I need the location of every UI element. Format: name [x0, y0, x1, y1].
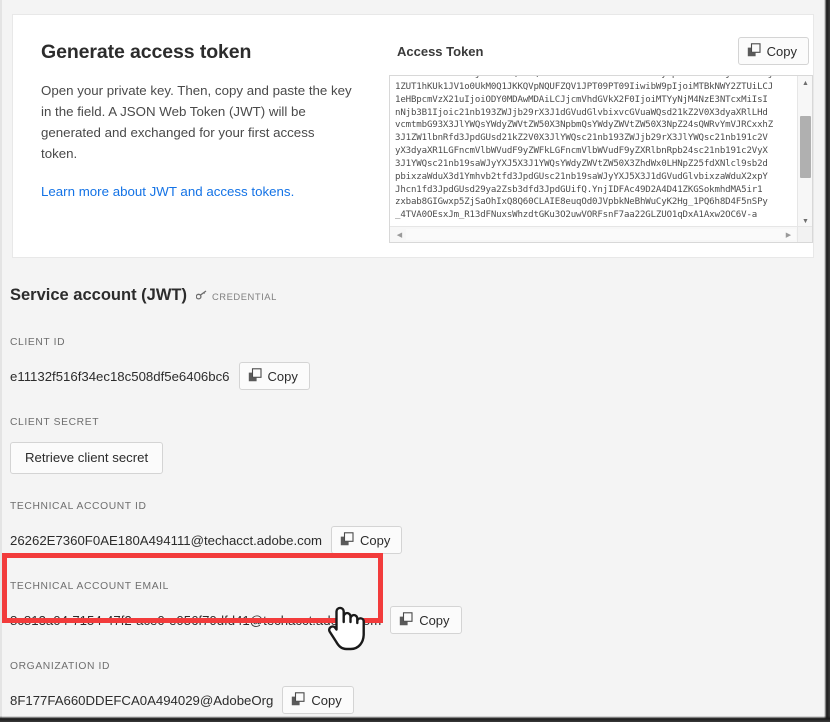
- copy-icon: [747, 42, 761, 60]
- scroll-up-arrow-icon[interactable]: ▲: [798, 76, 812, 90]
- screenshot-root: Generate access token Open your private …: [0, 0, 830, 722]
- field-organization-id: ORGANIZATION ID 8F177FA660DDEFCA0A494029…: [10, 661, 816, 714]
- field-technical-account-id: TECHNICAL ACCOUNT ID 26262E7360F0AE180A4…: [10, 501, 816, 554]
- field-label: TECHNICAL ACCOUNT ID: [10, 501, 147, 512]
- frame-bottom-edge: [0, 716, 830, 722]
- key-icon: [195, 290, 207, 302]
- section-title: Service account (JWT): [10, 286, 187, 304]
- card-left-column: Generate access token Open your private …: [13, 15, 383, 257]
- field-value: 8F177FA660DDEFCA0A494029@AdobeOrg: [10, 692, 274, 708]
- copy-technical-account-email-button[interactable]: Copy: [390, 606, 462, 634]
- field-value: e11132f516f34ec18c508df5e6406bc6: [10, 368, 230, 384]
- access-token-header: Access Token Copy: [389, 31, 809, 71]
- copy-icon: [399, 611, 413, 629]
- access-token-label: Access Token: [397, 43, 484, 59]
- copy-label: Copy: [311, 692, 342, 708]
- scrollbar-corner: [797, 226, 812, 242]
- learn-more-link[interactable]: Learn more about JWT and access tokens.: [41, 184, 294, 199]
- field-label: ORGANIZATION ID: [10, 661, 111, 672]
- field-row: Retrieve client secret: [10, 442, 816, 474]
- field-label: TECHNICAL ACCOUNT EMAIL: [10, 581, 170, 592]
- section-header: Service account (JWT) CREDENTIAL: [10, 286, 816, 305]
- field-row: 26262E7360F0AE180A494111@techacct.adobe.…: [10, 526, 816, 554]
- field-row: e11132f516f34ec18c508df5e6406bc6 Copy: [10, 362, 816, 390]
- card-description: Open your private key. Then, copy and pa…: [41, 83, 352, 161]
- access-token-textarea[interactable]: oiJzZXJ2aWNlLWFjY291bnQtanQiLCJhbGciOiJS…: [389, 75, 813, 243]
- copy-access-token-button[interactable]: Copy: [737, 37, 809, 65]
- token-horizontal-scrollbar[interactable]: ◀ ▶: [390, 226, 812, 242]
- field-value: 8c813a04-7154-47f2-ace0-e056f70dfd41@tec…: [10, 612, 382, 628]
- frame-right-edge: [824, 0, 830, 722]
- copy-label: Copy: [419, 612, 450, 628]
- copy-label: Copy: [360, 532, 391, 548]
- service-account-section: Service account (JWT) CREDENTIAL CLIENT …: [10, 286, 816, 722]
- credential-badge-label: CREDENTIAL: [211, 290, 277, 302]
- token-vertical-scrollbar[interactable]: ▲ ▼: [797, 76, 812, 228]
- field-label: CLIENT ID: [10, 337, 66, 348]
- horizontal-scroll-track[interactable]: [406, 229, 796, 240]
- scroll-right-arrow-icon[interactable]: ▶: [781, 227, 796, 242]
- frame-left-edge: [0, 0, 2, 722]
- copy-organization-id-button[interactable]: Copy: [282, 686, 354, 714]
- copy-client-id-button[interactable]: Copy: [238, 362, 310, 390]
- generate-access-token-card: Generate access token Open your private …: [12, 14, 814, 258]
- scroll-left-arrow-icon[interactable]: ◀: [392, 227, 407, 242]
- field-client-id: CLIENT ID e11132f516f34ec18c508df5e6406b…: [10, 337, 816, 390]
- retrieve-client-secret-button[interactable]: Retrieve client secret: [10, 442, 164, 474]
- copy-label: Copy: [267, 368, 298, 384]
- vertical-scroll-thumb[interactable]: [800, 116, 811, 178]
- copy-access-token-label: Copy: [766, 43, 797, 59]
- field-technical-account-email: TECHNICAL ACCOUNT EMAIL 8c813a04-7154-47…: [10, 581, 816, 634]
- field-label: CLIENT SECRET: [10, 417, 100, 428]
- field-value: 26262E7360F0AE180A494111@techacct.adobe.…: [10, 532, 323, 548]
- credential-badge: CREDENTIAL: [195, 290, 277, 302]
- copy-technical-account-id-button[interactable]: Copy: [331, 526, 403, 554]
- card-right-column: Access Token Copy oiJzZXJ2aWNlLWFjY291bn…: [383, 15, 813, 257]
- field-row: 8F177FA660DDEFCA0A494029@AdobeOrg Copy: [10, 686, 816, 714]
- field-row: 8c813a04-7154-47f2-ace0-e056f70dfd41@tec…: [10, 606, 816, 634]
- access-token-value: oiJzZXJ2aWNlLWFjY291bnQtanQiLCJhbGciOiJS…: [395, 76, 812, 221]
- field-client-secret: CLIENT SECRET Retrieve client secret: [10, 417, 816, 474]
- page-title: Generate access token: [41, 41, 252, 63]
- copy-icon: [291, 691, 305, 709]
- copy-icon: [248, 367, 262, 385]
- copy-icon: [340, 531, 354, 549]
